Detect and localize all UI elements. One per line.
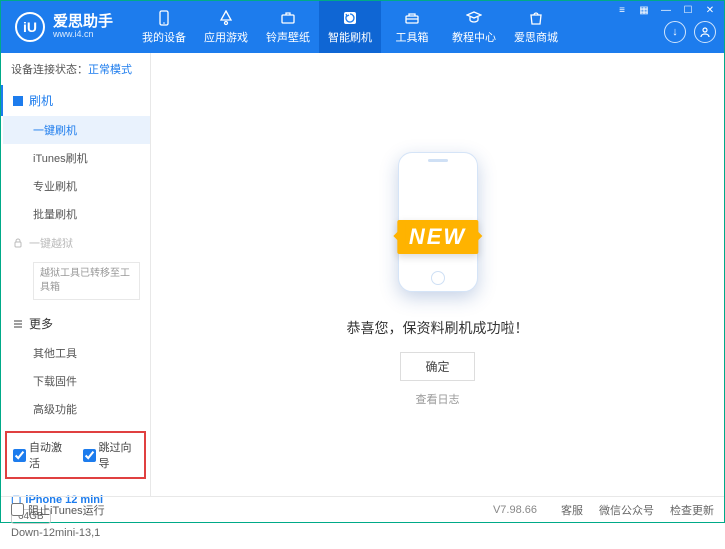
section-jailbreak: 一键越狱 [3,228,150,258]
skin-button[interactable]: ▦ [634,3,654,17]
briefcase-icon [279,9,297,27]
sidebar-item-pro-flash[interactable]: 专业刷机 [3,172,150,200]
toolbox-icon [403,9,421,27]
apps-icon [217,9,235,27]
minimize-button[interactable]: — [656,3,676,17]
more-icon [13,319,23,329]
sidebar-item-other-tools[interactable]: 其他工具 [3,339,150,367]
sidebar-item-onekey-flash[interactable]: 一键刷机 [3,116,150,144]
close-button[interactable]: ✕ [700,3,720,17]
nav-store[interactable]: 爱思商城 [505,1,567,53]
connection-status: 设备连接状态：正常模式 [1,53,150,85]
checkbox-auto-activate[interactable]: 自动激活 [13,439,69,471]
section-flash[interactable]: 刷机 [1,85,150,116]
nav-ringtones[interactable]: 铃声壁纸 [257,1,319,53]
jailbreak-note: 越狱工具已转移至工具箱 [33,262,140,300]
sidebar-item-itunes-flash[interactable]: iTunes刷机 [3,144,150,172]
account-button[interactable] [694,21,716,43]
title-bar: iU 爱思助手 www.i4.cn 我的设备 应用游戏 铃声壁纸 智能刷机 工具… [1,1,724,53]
footer-link-wechat[interactable]: 微信公众号 [599,502,654,518]
main-panel: NEW 恭喜您，保资料刷机成功啦！ 确定 查看日志 [151,53,724,496]
success-illustration: NEW [353,142,523,292]
main-nav: 我的设备 应用游戏 铃声壁纸 智能刷机 工具箱 教程中心 爱思商城 [133,1,567,53]
maximize-button[interactable]: ☐ [678,3,698,17]
nav-tutorials[interactable]: 教程中心 [443,1,505,53]
nav-toolbox[interactable]: 工具箱 [381,1,443,53]
flash-options-highlight: 自动激活 跳过向导 [5,431,146,479]
sidebar-item-batch-flash[interactable]: 批量刷机 [3,200,150,228]
ok-button[interactable]: 确定 [400,352,474,381]
checkbox-skip-wizard[interactable]: 跳过向导 [83,439,139,471]
phone-icon [155,9,173,27]
academic-icon [465,9,483,27]
window-controls: ≡ ▦ — ☐ ✕ [612,3,720,17]
view-log-link[interactable]: 查看日志 [416,391,460,407]
sidebar: 设备连接状态：正常模式 刷机 一键刷机 iTunes刷机 专业刷机 批量刷机 一… [1,53,151,496]
nav-flash[interactable]: 智能刷机 [319,1,381,53]
menu-button[interactable]: ≡ [612,3,632,17]
checkbox-block-itunes[interactable]: 阻止iTunes运行 [11,502,105,518]
version-label: V7.98.66 [493,504,537,516]
nav-my-device[interactable]: 我的设备 [133,1,195,53]
footer-link-support[interactable]: 客服 [561,502,583,518]
logo-icon: iU [15,12,45,42]
sidebar-item-download-fw[interactable]: 下载固件 [3,367,150,395]
lock-icon [13,238,23,248]
new-badge: NEW [397,220,478,254]
section-more[interactable]: 更多 [3,308,150,339]
sidebar-item-advanced[interactable]: 高级功能 [3,395,150,423]
app-name: 爱思助手 [53,14,113,31]
device-firmware: Down-12mini-13,1 [11,527,140,539]
footer-link-update[interactable]: 检查更新 [670,502,714,518]
status-bar: 阻止iTunes运行 V7.98.66 客服 微信公众号 检查更新 [1,496,724,522]
logo: iU 爱思助手 www.i4.cn [1,12,127,42]
flash-icon [13,96,23,106]
success-message: 恭喜您，保资料刷机成功啦！ [347,318,529,338]
bag-icon [527,9,545,27]
refresh-icon [341,9,359,27]
download-button[interactable]: ↓ [664,21,686,43]
nav-apps[interactable]: 应用游戏 [195,1,257,53]
app-url: www.i4.cn [53,30,113,40]
